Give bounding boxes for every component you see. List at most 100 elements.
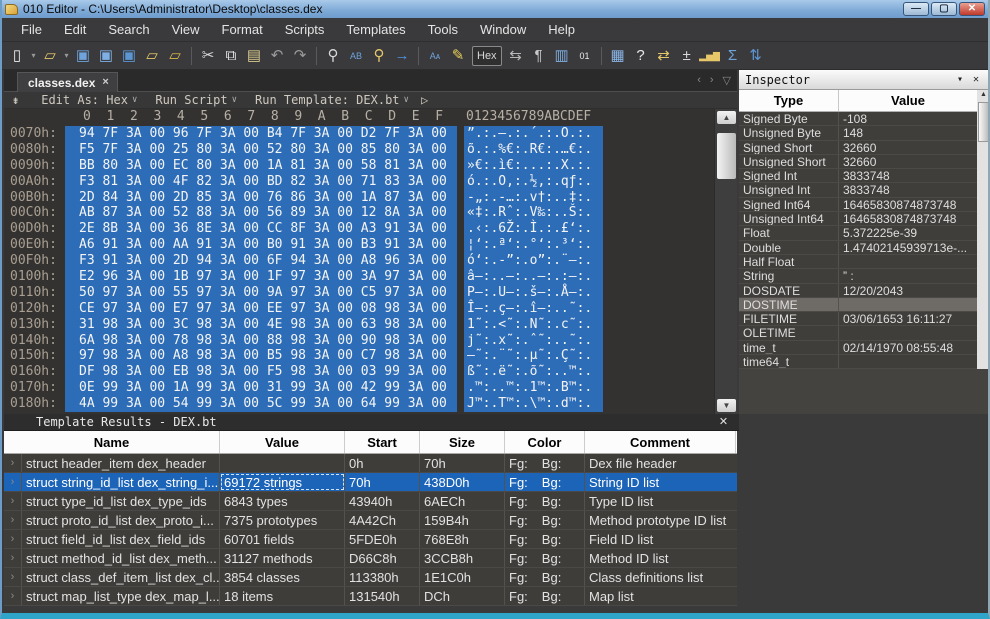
hex-ascii-selected[interactable]: Î—:.ç—:.î—:..˜:. (464, 300, 603, 317)
hex-row[interactable]: 0160h: DF 98 3A 00 EB 98 3A 00 F5 98 3A 0… (4, 364, 714, 381)
hex-ascii-selected[interactable]: P—:.U—:.š—:.Å—:. (464, 284, 603, 301)
inspector-row[interactable]: Unsigned Byte 148 (739, 126, 977, 141)
hex-ascii-selected[interactable]: ¦‘:.ª‘:.°‘:.³‘:. (464, 237, 603, 254)
close-button[interactable]: ✕ (959, 2, 985, 16)
open-file-chevron-icon[interactable]: ▾ (62, 51, 71, 60)
hex-ascii-selected[interactable]: -„:.-…:.v†:..‡:. (464, 189, 603, 206)
hex-ascii-selected[interactable]: ”.:.–.:.´.:.Ò.:. (464, 126, 603, 142)
inspector-row[interactable]: Signed Short 32660 (739, 140, 977, 155)
find-in-files-icon[interactable]: ⚲ (368, 45, 390, 67)
undo-icon[interactable]: ↶ (266, 45, 288, 67)
template-row[interactable]: › struct class_def_item_list dex_cl... 385… (4, 568, 737, 587)
hex-ascii-selected[interactable]: .‹:.6Ž:.Ì.:.£‘:. (464, 221, 603, 238)
hex-row[interactable]: 0170h: 0E 99 3A 00 1A 99 3A 00 31 99 3A 0… (4, 380, 714, 397)
tab-close-icon[interactable]: × (102, 76, 108, 92)
inspector-row[interactable]: Unsigned Int 3833748 (739, 183, 977, 198)
hex-bytes-selected[interactable]: 97 98 3A 00 A8 98 3A 00 B5 98 3A 00 C7 9… (65, 348, 457, 365)
hex-ascii-selected[interactable]: 1˜:.<˜:.N˜:.c˜:. (464, 316, 603, 333)
hex-row[interactable]: 00D0h: 2E 8B 3A 00 36 8E 3A 00 CC 8F 3A 0… (4, 221, 714, 238)
menu-item-search[interactable]: Search (97, 19, 160, 40)
hex-bytes-selected[interactable]: 31 98 3A 00 3C 98 3A 00 4E 98 3A 00 63 9… (65, 316, 457, 333)
hex-row[interactable]: 00A0h: F3 81 3A 00 4F 82 3A 00 BD 82 3A 0… (4, 173, 714, 190)
inspector-scroll-up-icon[interactable]: ▲ (977, 91, 988, 98)
edit-as-dropdown[interactable]: Edit As: Hex (27, 93, 128, 107)
hex-bytes-selected[interactable]: 2D 84 3A 00 2D 85 3A 00 76 86 3A 00 1A 8… (65, 189, 457, 206)
base-convert-icon[interactable]: ⇅ (745, 45, 767, 67)
hex-bytes-selected[interactable]: E2 96 3A 00 1B 97 3A 00 1F 97 3A 00 3A 9… (65, 269, 457, 286)
tab-list-icon[interactable]: ▽ (723, 74, 731, 87)
binary-view-icon[interactable]: 01 (574, 45, 596, 67)
hex-ascii-selected[interactable]: õ.:.%€:.R€:.…€:. (464, 141, 603, 158)
hex-row[interactable]: 0070h: 94 7F 3A 00 96 7F 3A 00 B4 7F 3A 0… (4, 126, 714, 142)
hex-ascii-selected[interactable]: ß˜:.ë˜:.õ˜:..™:. (464, 364, 603, 381)
inspector-row[interactable]: Half Float (739, 254, 977, 270)
jump-icon[interactable]: ⇟ (4, 93, 27, 107)
menu-item-help[interactable]: Help (537, 19, 586, 40)
inspector-row[interactable]: String ” : (739, 269, 977, 284)
close-folder-icon[interactable]: ▱ (141, 45, 163, 67)
import-folder-icon[interactable]: ▱ (164, 45, 186, 67)
run-template-chevron-icon[interactable]: ∨ (400, 95, 413, 105)
hex-row[interactable]: 0100h: E2 96 3A 00 1B 97 3A 00 1F 97 3A 0… (4, 269, 714, 286)
expand-chevron-icon[interactable]: › (4, 454, 22, 472)
hex-row[interactable]: 00F0h: F3 91 3A 00 2D 94 3A 00 6F 94 3A 0… (4, 253, 714, 270)
inspector-row[interactable]: Signed Byte -108 (739, 112, 977, 127)
hex-bytes-selected[interactable]: 94 7F 3A 00 96 7F 3A 00 B4 7F 3A 00 D2 7… (65, 126, 457, 142)
columns-icon[interactable]: ▥ (551, 45, 573, 67)
hex-bytes-selected[interactable]: A6 91 3A 00 AA 91 3A 00 B0 91 3A 00 B3 9… (65, 237, 457, 254)
menu-item-templates[interactable]: Templates (335, 19, 416, 40)
pilcrow-icon[interactable]: ¶ (528, 45, 550, 67)
menu-item-scripts[interactable]: Scripts (274, 19, 336, 40)
menu-item-view[interactable]: View (161, 19, 211, 40)
expand-chevron-icon[interactable]: › (4, 549, 22, 567)
find-icon[interactable]: ⚲ (322, 45, 344, 67)
tab-next-icon[interactable]: › (710, 74, 714, 87)
edit-as-chevron-icon[interactable]: ∨ (128, 95, 141, 105)
template-results-close-icon[interactable]: ✕ (716, 415, 731, 430)
hex-bytes-selected[interactable]: BB 80 3A 00 EC 80 3A 00 1A 81 3A 00 58 8… (65, 157, 457, 174)
new-file-icon[interactable]: ▯ (6, 45, 28, 67)
inspector-row[interactable]: Unsigned Int64 16465830874873748 (739, 212, 977, 227)
template-row[interactable]: › struct header_item dex_header 0h 70h Fg: Bg… (4, 454, 737, 473)
inspector-close-icon[interactable]: ✕ (968, 74, 984, 85)
hex-ascii-selected[interactable]: —˜:.¨˜:.µ˜:.Ç˜:. (464, 348, 603, 365)
inspector-row[interactable]: Unsigned Short 32660 (739, 154, 977, 170)
save-all-icon[interactable]: ▣ (118, 45, 140, 67)
inspector-row[interactable]: FILETIME 03/06/1653 16:11:27 (739, 312, 977, 327)
run-template-dropdown[interactable]: Run Template: DEX.bt (241, 93, 400, 107)
word-wrap-icon[interactable]: ⇆ (505, 45, 527, 67)
hex-bytes-selected[interactable]: 2E 8B 3A 00 36 8E 3A 00 CC 8F 3A 00 A3 9… (65, 221, 457, 238)
hex-scrollbar[interactable]: ▲ ▼ (714, 109, 737, 414)
menu-item-tools[interactable]: Tools (417, 19, 469, 40)
hex-row[interactable]: 0110h: 50 97 3A 00 55 97 3A 00 9A 97 3A 0… (4, 284, 714, 301)
calculator-icon[interactable]: ▦ (607, 45, 629, 67)
replace-icon[interactable]: AB (345, 45, 367, 67)
paste-icon[interactable]: ▤ (243, 45, 265, 67)
hex-row[interactable]: 0150h: 97 98 3A 00 A8 98 3A 00 B5 98 3A 0… (4, 348, 714, 365)
highlight-icon[interactable]: ✎ (447, 45, 469, 67)
hex-row[interactable]: 0120h: CE 97 3A 00 E7 97 3A 00 EE 97 3A 0… (4, 300, 714, 317)
hex-row[interactable]: 0140h: 6A 98 3A 00 78 98 3A 00 88 98 3A 0… (4, 332, 714, 349)
hex-row[interactable]: 00C0h: AB 87 3A 00 52 88 3A 00 56 89 3A 0… (4, 205, 714, 222)
expand-chevron-icon[interactable]: › (4, 530, 22, 548)
template-row[interactable]: › struct proto_id_list dex_proto_i... 7375… (4, 511, 737, 530)
expand-chevron-icon[interactable]: › (4, 473, 22, 491)
hex-bytes-selected[interactable]: F5 7F 3A 00 25 80 3A 00 52 80 3A 00 85 8… (65, 141, 457, 158)
cut-icon[interactable]: ✂ (197, 45, 219, 67)
minimize-button[interactable]: — (903, 2, 929, 16)
template-row[interactable]: › struct field_id_list dex_field_ids 60701… (4, 530, 737, 549)
expand-chevron-icon[interactable]: › (4, 492, 22, 510)
compare-icon[interactable]: ⇄ (653, 45, 675, 67)
inspector-row[interactable]: time_t 02/14/1970 08:55:48 (739, 340, 977, 356)
hex-bytes-selected[interactable]: 6A 98 3A 00 78 98 3A 00 88 98 3A 00 90 9… (65, 332, 457, 349)
run-template-play-icon[interactable]: ▷ (413, 93, 428, 107)
hex-view-toggle-button[interactable]: Hex (472, 45, 502, 66)
menu-item-edit[interactable]: Edit (53, 19, 97, 40)
hex-row[interactable]: 0180h: 4A 99 3A 00 54 99 3A 00 5C 99 3A 0… (4, 396, 714, 413)
hex-row[interactable]: 00B0h: 2D 84 3A 00 2D 85 3A 00 76 86 3A 0… (4, 189, 714, 206)
hex-ascii-selected[interactable]: .™:..™:.1™:.B™:. (464, 380, 603, 397)
hex-bytes-selected[interactable]: 0E 99 3A 00 1A 99 3A 00 31 99 3A 00 42 9… (65, 380, 457, 397)
inspector-row[interactable]: DOSDATE 12/20/2043 (739, 283, 977, 298)
menu-item-file[interactable]: File (10, 19, 53, 40)
template-row[interactable]: › struct type_id_list dex_type_ids 6843 ty… (4, 492, 737, 511)
